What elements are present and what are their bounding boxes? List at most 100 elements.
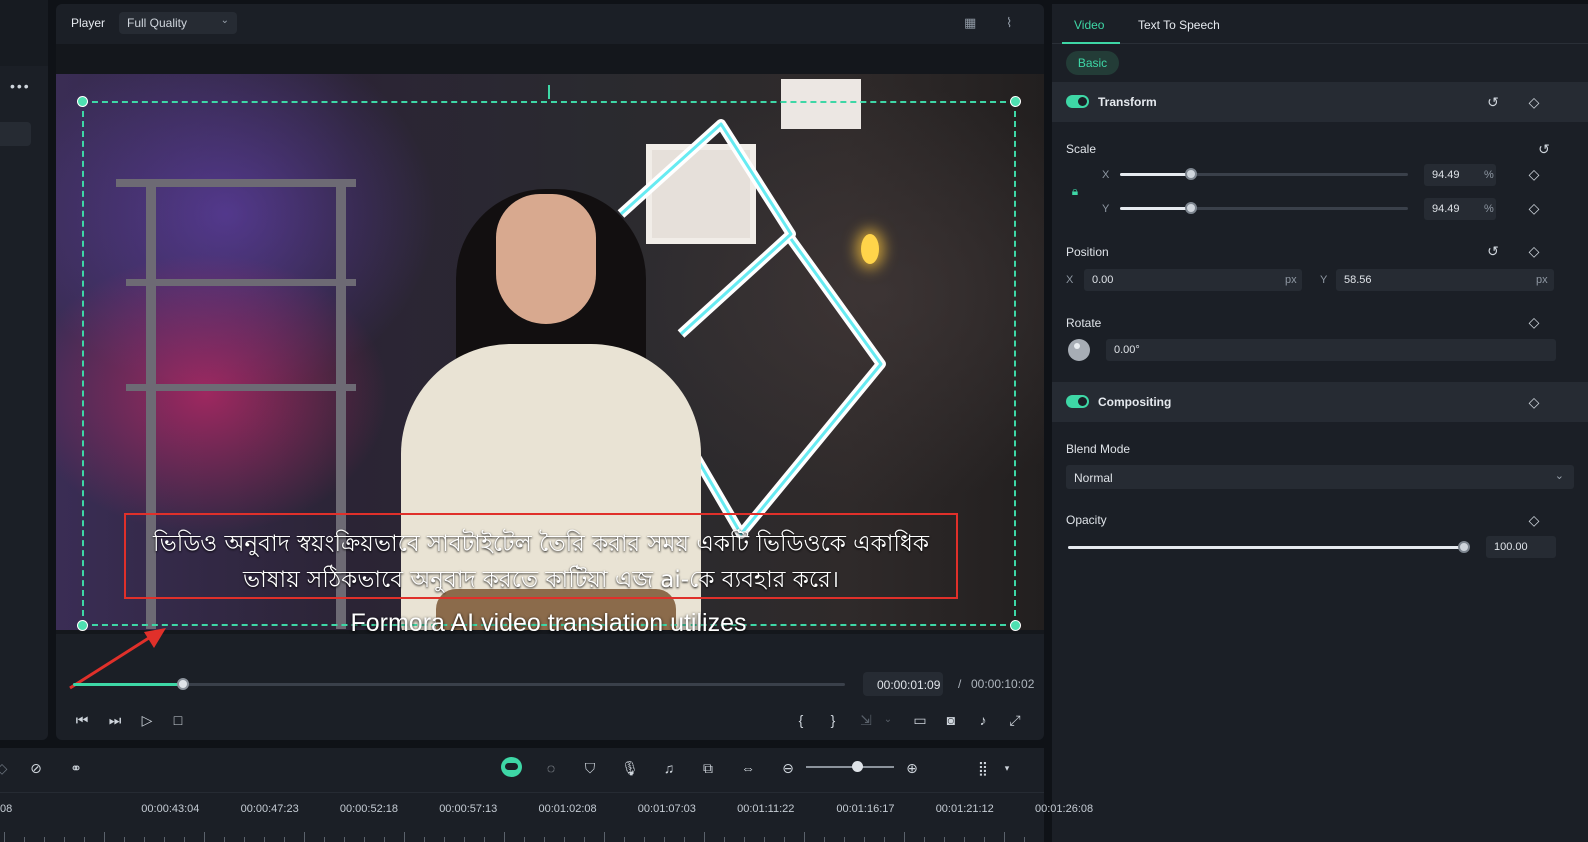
audio-edit-icon[interactable]: ♫: [659, 758, 679, 778]
reset-icon[interactable]: ↺: [1484, 93, 1502, 111]
ruler-tick: [804, 832, 805, 842]
more-options-icon[interactable]: •••: [10, 78, 31, 94]
tab-video[interactable]: Video: [1074, 18, 1104, 32]
resize-handle-top-right[interactable]: [1010, 96, 1021, 107]
transform-section-header[interactable]: Transform ↺ ◇: [1052, 82, 1588, 122]
position-y-unit: px: [1536, 274, 1548, 286]
reset-icon[interactable]: ↺: [1535, 140, 1553, 158]
ruler-tick: [144, 837, 145, 842]
mark-in-icon[interactable]: {: [791, 710, 811, 730]
active-tab-indicator: [1062, 42, 1120, 44]
ruler-tick: [1024, 837, 1025, 842]
opacity-input[interactable]: 100.00: [1486, 536, 1556, 558]
keyframe-icon[interactable]: ◇: [1525, 165, 1543, 183]
opacity-slider[interactable]: [1068, 541, 1470, 553]
scale-y-slider-knob[interactable]: [1185, 202, 1197, 214]
translated-subtitle: ভিডিও অনুবাদ স্বয়ংক্রিয়ভাবে সাবটাইটেল …: [126, 526, 956, 598]
ruler-tick: [424, 837, 425, 842]
zoom-in-icon[interactable]: ⊕: [902, 758, 922, 778]
grid-view-icon[interactable]: ▦: [964, 15, 986, 31]
keyframe-icon[interactable]: ◇: [1525, 93, 1543, 111]
stop-icon[interactable]: □: [168, 710, 188, 730]
reset-icon[interactable]: ↺: [1484, 242, 1502, 260]
unlink-icon[interactable]: ⚭: [66, 758, 86, 778]
mark-out-icon[interactable]: }: [823, 710, 843, 730]
timeline-zoom-knob[interactable]: [852, 761, 863, 772]
scale-y-slider[interactable]: [1120, 202, 1408, 214]
ruler-label: 00:00:43:04: [141, 803, 200, 815]
left-panel-item[interactable]: [0, 122, 31, 146]
fullscreen-icon[interactable]: ⤢: [1005, 710, 1025, 730]
rotate-input[interactable]: 0.00°: [1106, 339, 1556, 361]
current-timecode[interactable]: 00:00:01:09: [863, 672, 943, 696]
scale-x-slider-knob[interactable]: [1185, 168, 1197, 180]
auto-reframe-icon[interactable]: ⧉: [698, 758, 718, 778]
basic-chip[interactable]: Basic: [1066, 51, 1119, 75]
translated-subtitle-line-1: ভিডিও অনুবাদ স্বয়ংক্রিয়ভাবে সাবটাইটেল …: [153, 531, 929, 557]
microphone-icon[interactable]: 🎙︎: [620, 758, 640, 778]
ai-tool-icon[interactable]: ⊘: [26, 758, 46, 778]
preview-canvas[interactable]: ভিডিও অনুবাদ স্বয়ংক্রিয়ভাবে সাবটাইটেল …: [56, 44, 1044, 690]
compositing-toggle[interactable]: [1066, 395, 1089, 408]
ruler-tick: [704, 832, 705, 842]
display-icon[interactable]: ▭: [910, 710, 930, 730]
speed-icon[interactable]: ◌: [541, 758, 561, 778]
timeline-zoom-slider[interactable]: [806, 766, 894, 768]
total-duration: 00:00:10:02: [971, 677, 1035, 691]
player-header: Player Full Quality ⌄ ▦ ⌇: [56, 4, 1044, 42]
quality-value: Full Quality: [127, 16, 188, 30]
layout-grid-icon[interactable]: ⣿: [973, 758, 993, 778]
marker-icon[interactable]: ⛉: [580, 758, 600, 778]
keyframe-icon[interactable]: ◇: [1525, 313, 1543, 331]
keyframe-icon[interactable]: ◇: [1525, 242, 1543, 260]
snapshot-icon[interactable]: ◙: [941, 710, 961, 730]
waveform-monitor-icon[interactable]: ⌇: [1006, 15, 1028, 31]
playback-scrubber-knob[interactable]: [177, 678, 189, 690]
scale-label: Scale: [1066, 142, 1097, 156]
quality-dropdown[interactable]: Full Quality ⌄: [119, 12, 237, 34]
tab-text-to-speech[interactable]: Text To Speech: [1138, 18, 1220, 32]
axis-x-label: X: [1102, 169, 1110, 181]
ruler-tick: [264, 837, 265, 842]
resize-handle-bottom-right[interactable]: [1010, 620, 1021, 631]
ruler-tick: [164, 837, 165, 842]
resize-handle-top-left[interactable]: [77, 96, 88, 107]
ruler-tick: [244, 837, 245, 842]
rotate-dial[interactable]: [1068, 339, 1090, 361]
position-x-input[interactable]: 0.00: [1084, 269, 1302, 291]
ruler-tick: [664, 837, 665, 842]
zoom-out-icon[interactable]: ⊖: [778, 758, 798, 778]
lock-icon[interactable]: 🔒︎: [1066, 182, 1084, 200]
keyframe-icon[interactable]: ◇: [1525, 393, 1543, 411]
ruler-tick: [44, 837, 45, 842]
previous-frame-icon[interactable]: ⏮: [72, 710, 92, 730]
scale-y-slider-fill: [1120, 207, 1191, 210]
blend-mode-value: Normal: [1074, 471, 1113, 485]
next-frame-icon[interactable]: ⏭: [105, 710, 125, 730]
keyframe-icon[interactable]: ◇: [1525, 511, 1543, 529]
opacity-slider-knob[interactable]: [1458, 541, 1470, 553]
fit-timeline-icon[interactable]: ⇔: [738, 758, 758, 778]
keyframe-icon[interactable]: ◇: [1525, 199, 1543, 217]
position-y-input[interactable]: 58.56: [1336, 269, 1554, 291]
ruler-label: 00:01:16:17: [836, 803, 895, 815]
timeline-ruler[interactable]: 08 00:00:43:04 00:00:47:23 00:00:52:18 00:00…: [0, 792, 1093, 842]
position-label: Position: [1066, 245, 1109, 259]
compositing-section-header[interactable]: Compositing ◇: [1052, 382, 1588, 422]
compositing-title: Compositing: [1098, 395, 1172, 409]
ruler-label: 00:00:52:18: [339, 803, 399, 815]
chevron-down-icon[interactable]: ▾: [997, 758, 1017, 778]
playback-scrubber[interactable]: [73, 678, 845, 690]
split-icon[interactable]: ◇: [0, 758, 12, 778]
ruler-tick: [544, 837, 545, 842]
volume-icon[interactable]: ♪: [973, 710, 993, 730]
insert-icon[interactable]: ⇲: [856, 710, 876, 730]
position-y-axis: Y: [1320, 274, 1328, 286]
ruler-tick: [84, 837, 85, 842]
chevron-down-icon[interactable]: ⌄: [878, 710, 898, 730]
blend-mode-dropdown[interactable]: Normal ⌄: [1066, 465, 1574, 489]
play-icon[interactable]: ▷: [137, 710, 157, 730]
ai-copilot-icon[interactable]: [501, 757, 522, 777]
scale-x-slider[interactable]: [1120, 168, 1408, 180]
transform-toggle[interactable]: [1066, 95, 1089, 108]
